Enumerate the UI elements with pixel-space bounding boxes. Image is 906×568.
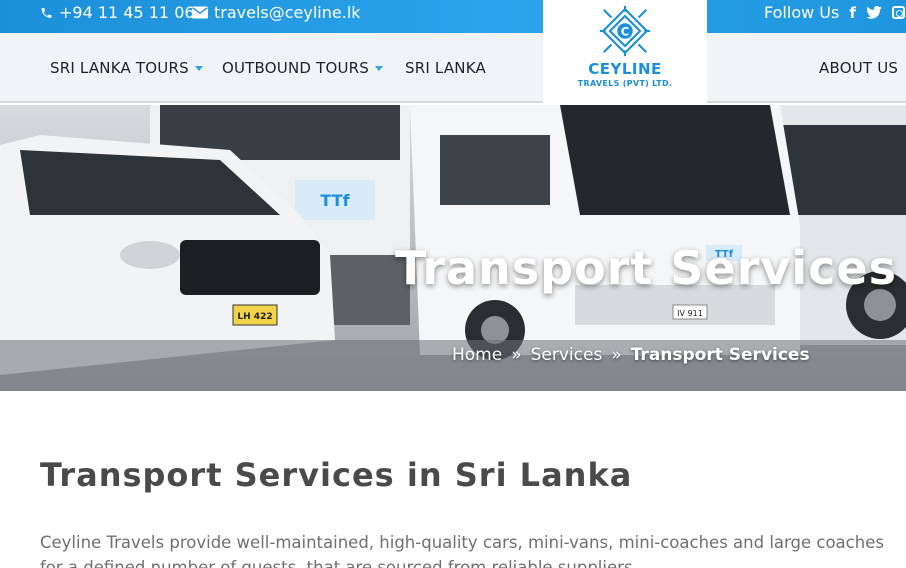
site-logo[interactable]: C CEYLINE TRAVELS (PVT) LTD.	[543, 0, 707, 103]
nav-item-sri-lanka[interactable]: SRI LANKA	[405, 59, 486, 77]
nav-label: OUTBOUND TOURS	[222, 59, 369, 77]
logo-letter: C	[621, 24, 630, 38]
breadcrumb: Home » Services » Transport Services	[452, 345, 810, 365]
social-links: Follow Us f	[764, 3, 905, 22]
nav-item-outbound-tours[interactable]: OUTBOUND TOURS	[222, 59, 383, 77]
nav-item-sri-lanka-tours[interactable]: SRI LANKA TOURS	[50, 59, 203, 77]
hero-title: Transport Services	[395, 241, 898, 295]
chevron-down-icon	[375, 65, 383, 71]
breadcrumb-current: Transport Services	[630, 345, 810, 365]
coach-decal: TTf	[320, 191, 350, 210]
facebook-icon[interactable]: f	[849, 4, 856, 22]
main-navigation: SRI LANKA TOURS OUTBOUND TOURS SRI LANKA…	[0, 33, 906, 103]
breadcrumb-services[interactable]: Services	[531, 345, 603, 365]
phone-link[interactable]: +94 11 45 11 064	[40, 3, 205, 22]
envelope-icon	[192, 6, 208, 19]
intro-paragraph: Ceyline Travels provide well-maintained,…	[40, 533, 884, 568]
phone-text: +94 11 45 11 064	[59, 3, 205, 22]
top-contact-bar: +94 11 45 11 064 travels@ceyline.lk Foll…	[0, 0, 906, 33]
logo-subtitle: TRAVELS (PVT) LTD.	[577, 79, 673, 88]
nav-item-about-us[interactable]: ABOUT US	[819, 59, 898, 77]
email-link[interactable]: travels@ceyline.lk	[192, 3, 361, 22]
email-text: travels@ceyline.lk	[214, 3, 361, 22]
page: +94 11 45 11 064 travels@ceyline.lk Foll…	[0, 0, 906, 568]
section-heading: Transport Services in Sri Lanka	[40, 456, 633, 494]
phone-icon	[41, 7, 52, 18]
nav-label: ABOUT US	[819, 59, 899, 77]
chevron-down-icon	[194, 65, 203, 71]
breadcrumb-separator: »	[511, 345, 522, 365]
breadcrumb-separator: »	[611, 345, 622, 365]
nav-label: SRI LANKA TOURS	[50, 59, 189, 77]
logo-name: CEYLINE	[588, 60, 662, 78]
hero-banner: IV 911 TTf TTf LH 422 Transport Services…	[0, 105, 906, 391]
bus-license-plate: IV 911	[677, 309, 703, 318]
breadcrumb-home[interactable]: Home	[452, 345, 502, 365]
follow-label: Follow Us	[764, 3, 840, 22]
suv-license-plate: LH 422	[237, 312, 272, 322]
nav-label: SRI LANKA	[405, 59, 486, 77]
ceyline-emblem-icon: C	[599, 5, 651, 57]
instagram-icon[interactable]	[891, 6, 905, 19]
twitter-icon[interactable]	[866, 6, 882, 19]
